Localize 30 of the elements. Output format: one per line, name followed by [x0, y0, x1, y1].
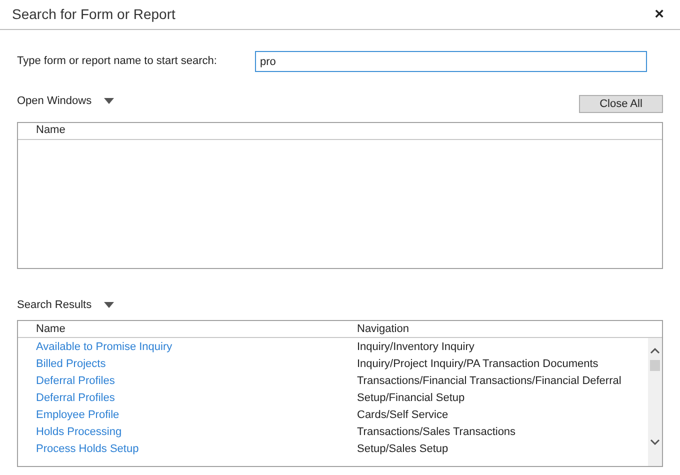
result-link[interactable]: Deferral Profiles — [36, 390, 357, 407]
result-link[interactable]: Process Holds Setup — [36, 441, 357, 458]
navigation-cell-text: Inquiry/Inventory Inquiry — [357, 340, 474, 356]
search-label: Type form or report name to start search: — [17, 54, 218, 70]
result-link[interactable]: Billed Projects — [36, 356, 357, 373]
navigation-cell-text: Transactions/Financial Transactions/Financial Deferral — [357, 374, 622, 390]
column-header[interactable]: Navigation — [357, 321, 409, 338]
navigation-cell-text: Setup/Sales Setup — [357, 442, 448, 458]
column-header[interactable]: Name — [36, 321, 357, 338]
dropdown-caret-icon[interactable] — [104, 302, 114, 308]
search-field[interactable]: pro — [255, 51, 647, 72]
result-link[interactable]: Holds Processing — [36, 424, 357, 441]
scroll-thumb[interactable] — [650, 360, 660, 371]
navigation-cell-text: Inquiry/Project Inquiry/PA Transaction Documents — [357, 357, 598, 372]
scroll-up-icon[interactable] — [650, 348, 660, 354]
scrollbar[interactable] — [648, 338, 662, 466]
close-all-button[interactable]: Close All — [579, 94, 663, 112]
column-header[interactable]: Name — [36, 122, 66, 139]
scroll-down-icon[interactable] — [650, 439, 660, 445]
window-title: Search for Form or Report — [12, 5, 176, 24]
navigation-cell-text: Cards/Self Service — [357, 408, 448, 424]
section-label: Open Windows — [17, 94, 92, 109]
navigation-cell-text: Setup/Financial Setup — [357, 391, 465, 406]
result-link[interactable]: Employee Profile — [36, 407, 357, 424]
close-button[interactable]: × — [654, 6, 664, 22]
section-label: Search Results — [17, 298, 92, 312]
dropdown-caret-icon[interactable] — [104, 98, 114, 104]
result-link[interactable]: Available to Promise Inquiry — [36, 339, 357, 356]
result-link[interactable]: Deferral Profiles — [36, 373, 357, 390]
navigation-cell-text: Transactions/Sales Transactions — [357, 425, 516, 440]
